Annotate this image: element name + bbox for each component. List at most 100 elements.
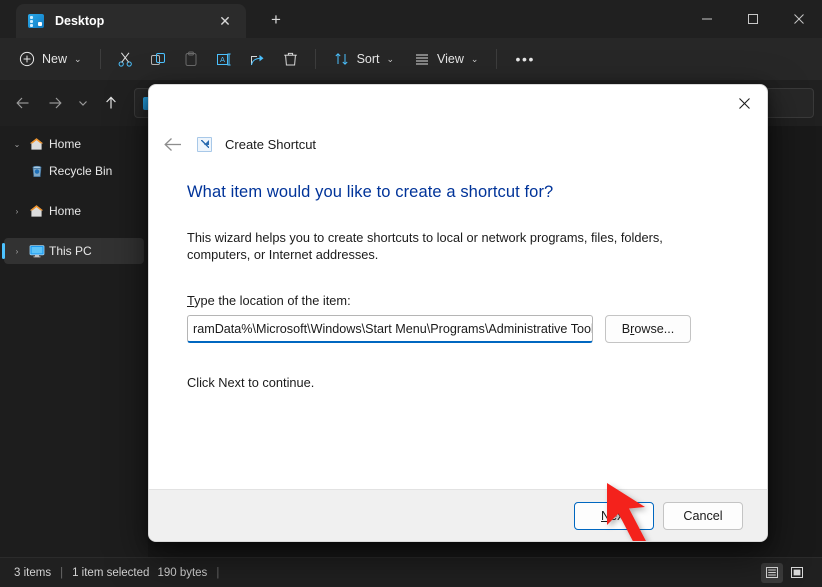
next-rest: ext [610,509,627,523]
dialog-title: Create Shortcut [225,137,316,152]
delete-button[interactable] [275,44,306,74]
dialog-close-button[interactable] [721,85,767,121]
large-icons-view-icon [790,566,804,579]
sidebar-item-this-pc[interactable]: › This PC [4,238,144,264]
divider [496,49,497,69]
arrow-left-icon [164,137,183,152]
create-shortcut-dialog: Create Shortcut What item would you like… [148,84,768,542]
chevron-right-icon[interactable]: › [10,247,24,256]
cancel-button[interactable]: Cancel [663,502,743,530]
chevron-down-icon [77,97,89,109]
plus-circle-icon [19,51,35,67]
ellipsis-icon: ••• [515,51,535,67]
divider [100,49,101,69]
svg-text:A: A [220,55,225,64]
view-mode-buttons [761,563,808,583]
dialog-description: This wizard helps you to create shortcut… [187,229,707,263]
sort-button[interactable]: Sort ⌄ [325,44,403,74]
chevron-down-icon: ⌄ [387,54,395,65]
details-view-icon [765,566,779,579]
sort-icon [334,51,350,67]
dialog-footer: Next Cancel [149,489,767,541]
dialog-heading: What item would you like to create a sho… [187,183,729,202]
tab-close-icon[interactable]: ✕ [212,8,238,34]
command-bar: New ⌄ [0,38,822,80]
details-view-button[interactable] [761,563,783,583]
close-icon [738,97,751,110]
arrow-right-icon [47,95,63,111]
recent-locations-button[interactable] [72,88,94,118]
dialog-back-button[interactable] [155,129,191,159]
selection-info: 1 item selected [72,567,149,579]
paste-icon [183,51,200,68]
browse-pre: B [622,322,630,336]
browse-button[interactable]: Browse... [605,315,691,343]
chevron-down-icon: ⌄ [74,54,82,65]
sidebar-item-recycle-bin[interactable]: Recycle Bin [4,158,144,184]
label-rest: ype the location of the item: [194,293,351,308]
large-icons-view-button[interactable] [786,563,808,583]
forward-button[interactable] [40,88,70,118]
sidebar-item-home[interactable]: ⌄ Home [4,131,144,157]
status-separator: | [216,567,219,579]
divider [315,49,316,69]
sort-button-label: Sort [357,52,380,66]
location-input[interactable]: ramData%\Microsoft\Windows\Start Menu\Pr… [187,315,593,343]
navigation-pane: ⌄ Home Recycle Bin › Home › [0,126,148,557]
up-button[interactable] [96,88,126,118]
arrow-up-icon [103,95,119,111]
folder-desktop-icon [28,14,44,28]
maximize-button[interactable] [730,0,776,38]
window-controls [684,0,822,38]
back-button[interactable] [8,88,38,118]
chevron-down-icon: ⌄ [471,54,479,65]
accelerator-letter: N [601,509,610,523]
sidebar-label: This PC [49,244,92,258]
new-button-label: New [42,52,67,66]
selection-size: 190 bytes [157,567,207,579]
view-icon [414,51,430,67]
close-button[interactable] [776,0,822,38]
copy-icon [150,51,167,68]
status-separator: | [60,567,63,579]
home-icon [28,203,45,219]
paste-button[interactable] [176,44,207,74]
new-button[interactable]: New ⌄ [10,44,91,74]
title-bar: Desktop ✕ + [0,0,822,38]
minimize-button[interactable] [684,0,730,38]
view-button-label: View [437,52,464,66]
more-options-button[interactable]: ••• [506,44,544,74]
arrow-left-icon [15,95,31,111]
next-button[interactable]: Next [574,502,654,530]
sidebar-label: Recycle Bin [49,164,112,178]
location-input-row: ramData%\Microsoft\Windows\Start Menu\Pr… [187,315,729,343]
tab-title: Desktop [55,14,212,28]
shortcut-icon [197,137,212,152]
copy-button[interactable] [143,44,174,74]
dialog-body: What item would you like to create a sho… [149,161,767,489]
chevron-right-icon[interactable]: › [10,207,24,216]
rename-button[interactable]: A [209,44,240,74]
tab-desktop[interactable]: Desktop ✕ [16,4,246,38]
item-count: 3 items [14,567,51,579]
share-icon [249,51,266,68]
dialog-titlebar [149,85,767,127]
sidebar-item-home-2[interactable]: › Home [4,198,144,224]
view-button[interactable]: View ⌄ [405,44,487,74]
delete-icon [282,51,299,68]
cut-icon [117,51,134,68]
rename-icon: A [216,51,233,68]
browse-post: owse... [634,322,674,336]
cut-button[interactable] [110,44,141,74]
new-tab-button[interactable]: + [260,4,292,36]
share-button[interactable] [242,44,273,74]
this-pc-icon [28,243,45,259]
dialog-header: Create Shortcut [149,127,767,161]
location-field-label: Type the location of the item: [187,293,729,308]
home-icon [28,136,45,152]
recycle-bin-icon [28,163,45,179]
chevron-down-icon[interactable]: ⌄ [10,140,24,149]
sidebar-label: Home [49,204,81,218]
dialog-note: Click Next to continue. [187,375,729,390]
status-bar: 3 items | 1 item selected 190 bytes | [0,557,822,587]
